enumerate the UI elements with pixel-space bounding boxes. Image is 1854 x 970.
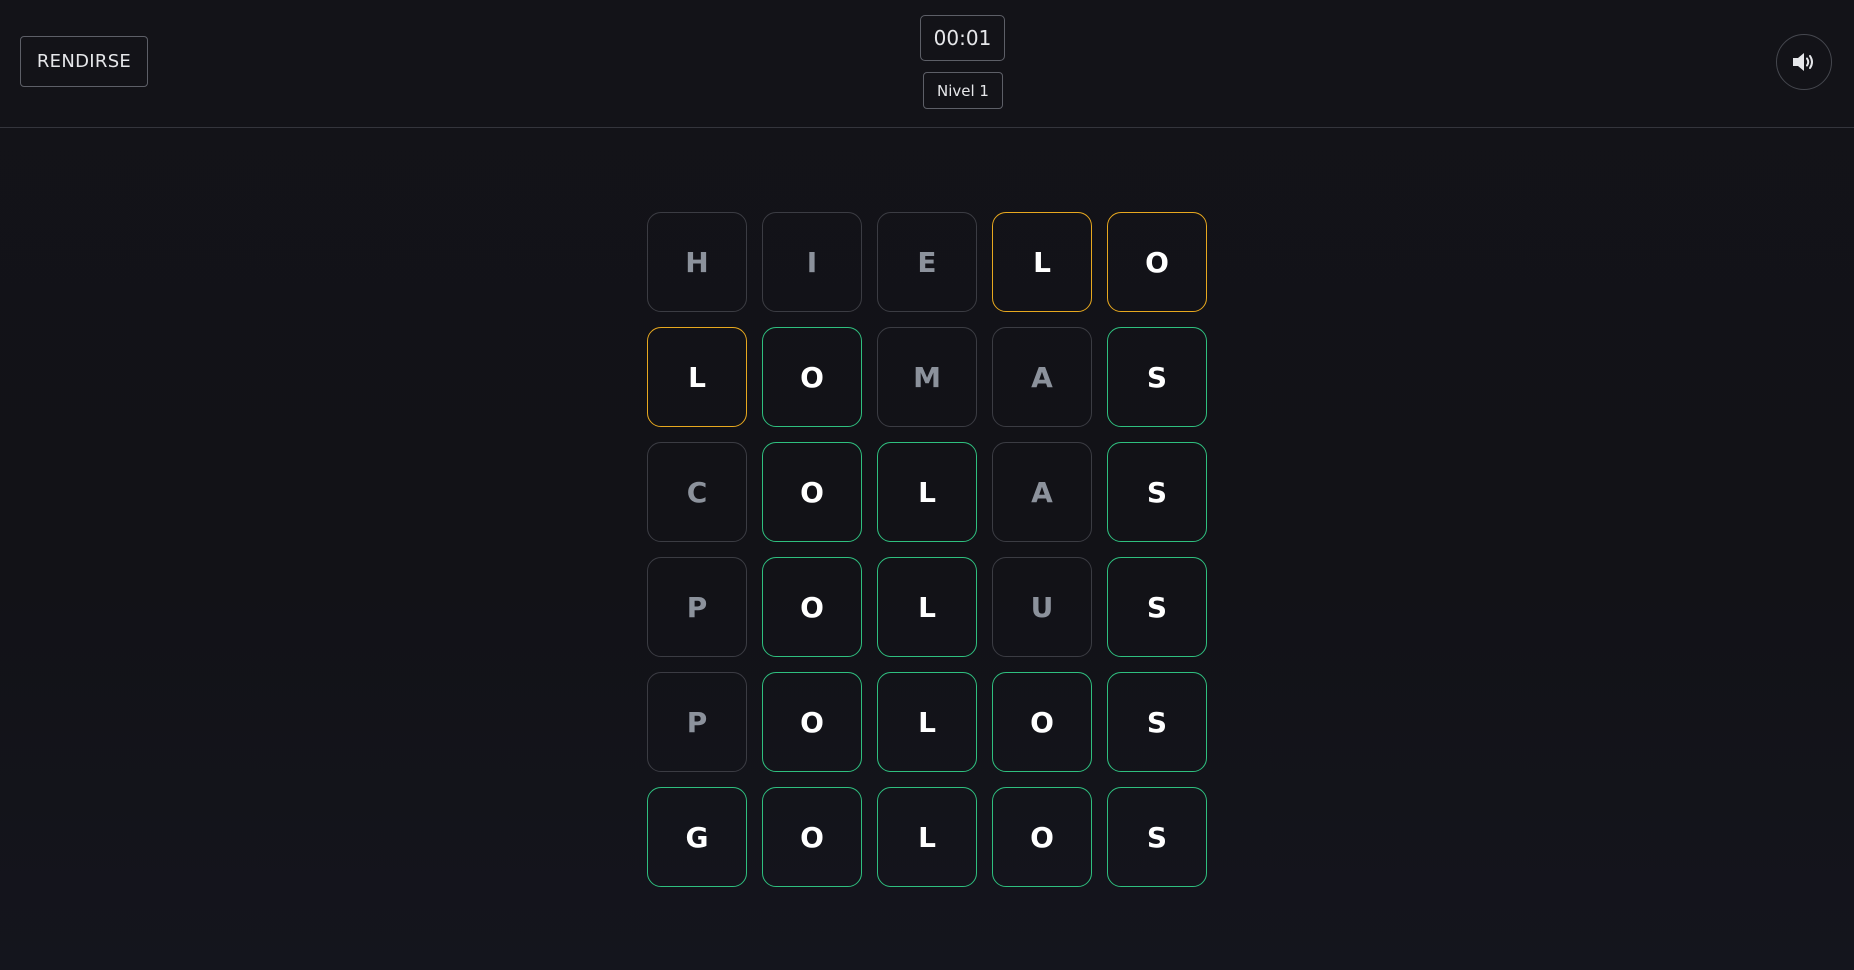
letter-tile: O	[762, 672, 862, 772]
letter-tile: L	[877, 557, 977, 657]
letter-tile: H	[647, 212, 747, 312]
speaker-volume-icon	[1793, 53, 1813, 71]
letter-tile: S	[1107, 787, 1207, 887]
letter-tile: S	[1107, 557, 1207, 657]
letter-tile: G	[647, 787, 747, 887]
letter-tile: O	[1107, 212, 1207, 312]
letter-tile: O	[762, 327, 862, 427]
letter-tile: S	[1107, 672, 1207, 772]
letter-tile: L	[992, 212, 1092, 312]
give-up-button[interactable]: RENDIRSE	[20, 36, 148, 87]
letter-tile: L	[647, 327, 747, 427]
letter-tile: O	[992, 787, 1092, 887]
letter-tile: S	[1107, 327, 1207, 427]
letter-tile: A	[992, 442, 1092, 542]
letter-tile: O	[762, 787, 862, 887]
letter-tile: L	[877, 787, 977, 887]
letter-tile: P	[647, 557, 747, 657]
letter-tile: A	[992, 327, 1092, 427]
letter-tile: E	[877, 212, 977, 312]
letter-tile: S	[1107, 442, 1207, 542]
top-bar: RENDIRSE 00:01 Nivel 1	[0, 0, 1854, 128]
letter-tile: M	[877, 327, 977, 427]
level-badge: Nivel 1	[923, 72, 1003, 109]
letter-tile: O	[992, 672, 1092, 772]
letter-tile: C	[647, 442, 747, 542]
letter-tile: L	[877, 442, 977, 542]
letter-tile: O	[762, 557, 862, 657]
sound-toggle-button[interactable]	[1776, 34, 1832, 90]
letter-grid: HIELOLOMASCOLASPOLUSPOLOSGOLOS	[647, 212, 1207, 887]
letter-tile: U	[992, 557, 1092, 657]
letter-tile: I	[762, 212, 862, 312]
letter-tile: L	[877, 672, 977, 772]
letter-tile: O	[762, 442, 862, 542]
timer-display: 00:01	[920, 15, 1005, 61]
letter-tile: P	[647, 672, 747, 772]
